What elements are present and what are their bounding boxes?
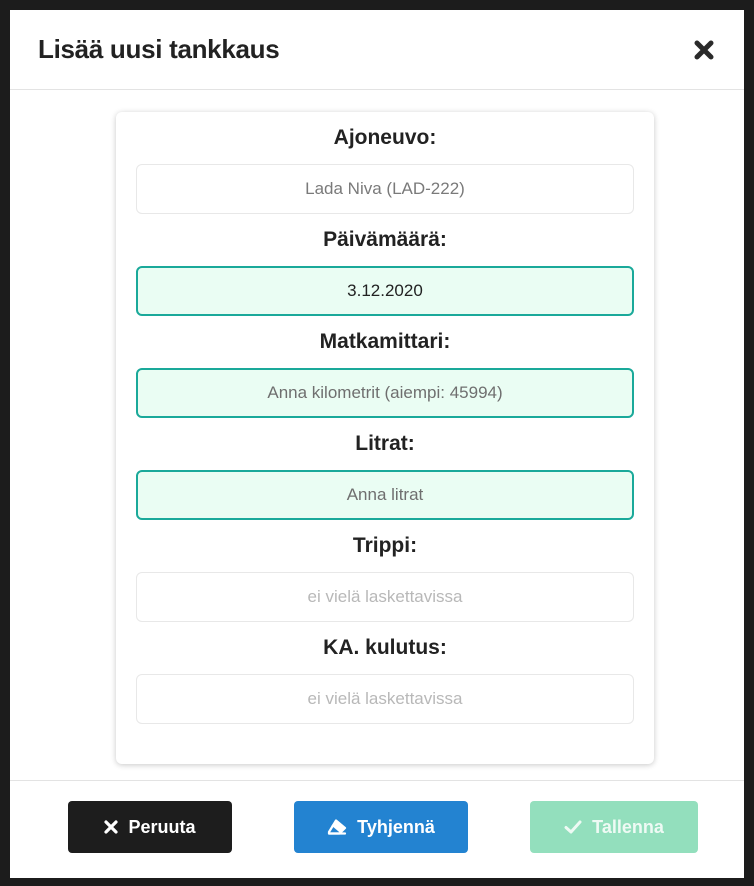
eraser-icon: [327, 819, 347, 835]
date-label: Päivämäärä:: [323, 228, 447, 251]
check-icon: [564, 820, 582, 834]
close-icon: [694, 40, 714, 59]
cancel-button[interactable]: Peruuta: [68, 801, 232, 853]
date-input[interactable]: 3.12.2020: [136, 266, 634, 316]
avg-consumption-field: ei vielä laskettavissa: [136, 674, 634, 724]
save-button[interactable]: Tallenna: [530, 801, 698, 853]
odometer-input[interactable]: Anna kilometrit (aiempi: 45994): [136, 368, 634, 418]
times-icon: [104, 820, 119, 834]
dialog-body: Ajoneuvo: Lada Niva (LAD-222) Päivämäärä…: [10, 90, 744, 780]
save-button-label: Tallenna: [592, 816, 664, 837]
trip-field: ei vielä laskettavissa: [136, 572, 634, 622]
vehicle-label: Ajoneuvo:: [333, 126, 437, 149]
liters-label: Litrat:: [355, 432, 415, 455]
avg-consumption-label: KA. kulutus:: [323, 636, 447, 659]
dialog-footer: Peruuta Tyhjennä Tallenna: [10, 780, 744, 878]
clear-button[interactable]: Tyhjennä: [294, 801, 468, 853]
odometer-label: Matkamittari:: [319, 330, 451, 353]
dialog-header: Lisää uusi tankkaus: [10, 10, 744, 90]
cancel-button-label: Peruuta: [128, 816, 196, 837]
liters-input[interactable]: Anna litrat: [136, 470, 634, 520]
add-refuel-dialog: Lisää uusi tankkaus Ajoneuvo: Lada Niva …: [10, 10, 744, 878]
vehicle-field: Lada Niva (LAD-222): [136, 164, 634, 214]
dialog-title: Lisää uusi tankkaus: [38, 34, 280, 64]
trip-label: Trippi:: [352, 534, 418, 557]
refuel-form: Ajoneuvo: Lada Niva (LAD-222) Päivämäärä…: [116, 112, 654, 764]
clear-button-label: Tyhjennä: [357, 816, 435, 837]
close-button[interactable]: [684, 30, 724, 70]
